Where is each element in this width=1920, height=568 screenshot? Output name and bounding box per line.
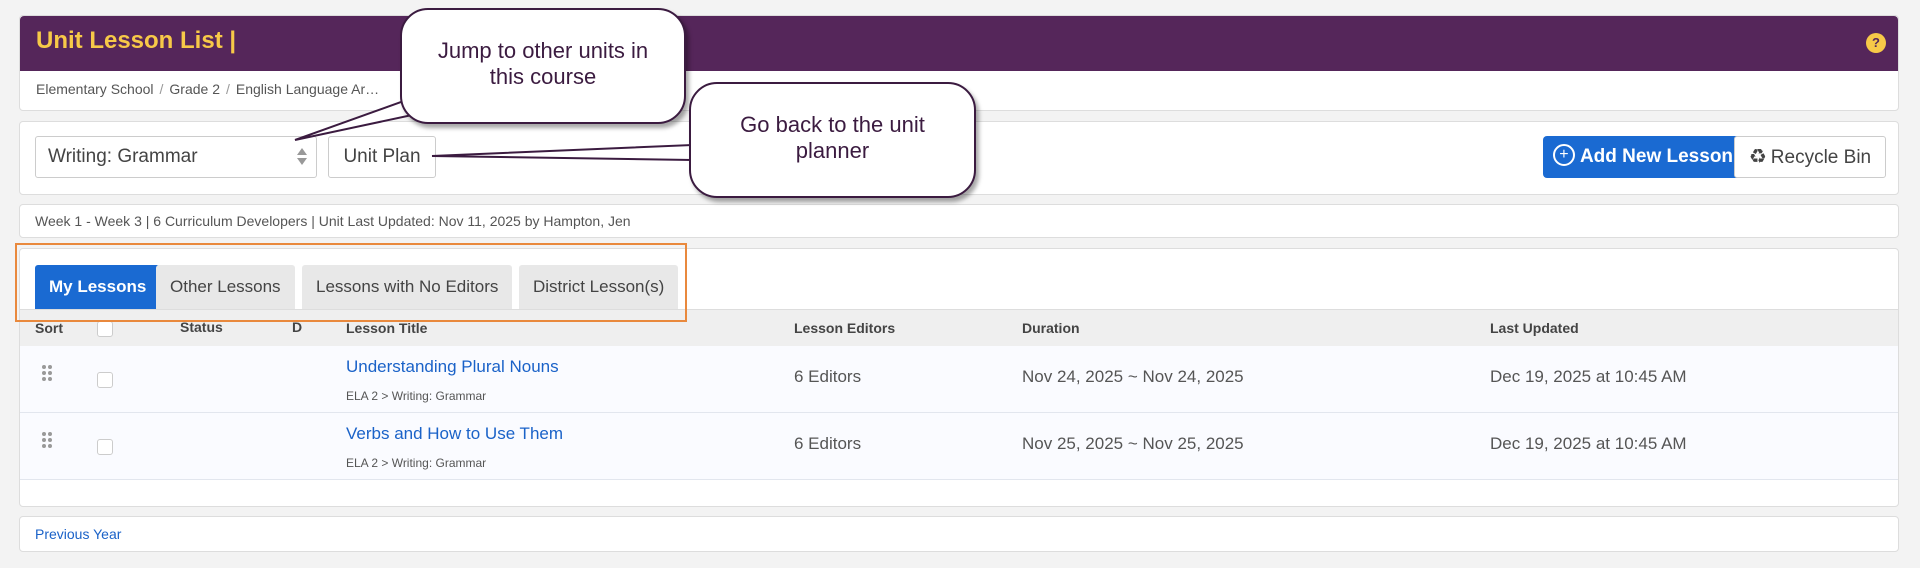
units-callout: Jump to other units in this course [400,8,686,124]
units-callout-text: Jump to other units in this course [437,38,649,89]
planner-callout: Go back to the unit planner [689,82,976,198]
planner-callout-text: Go back to the unit planner [740,112,925,163]
planner-callout-pointer [431,143,693,162]
